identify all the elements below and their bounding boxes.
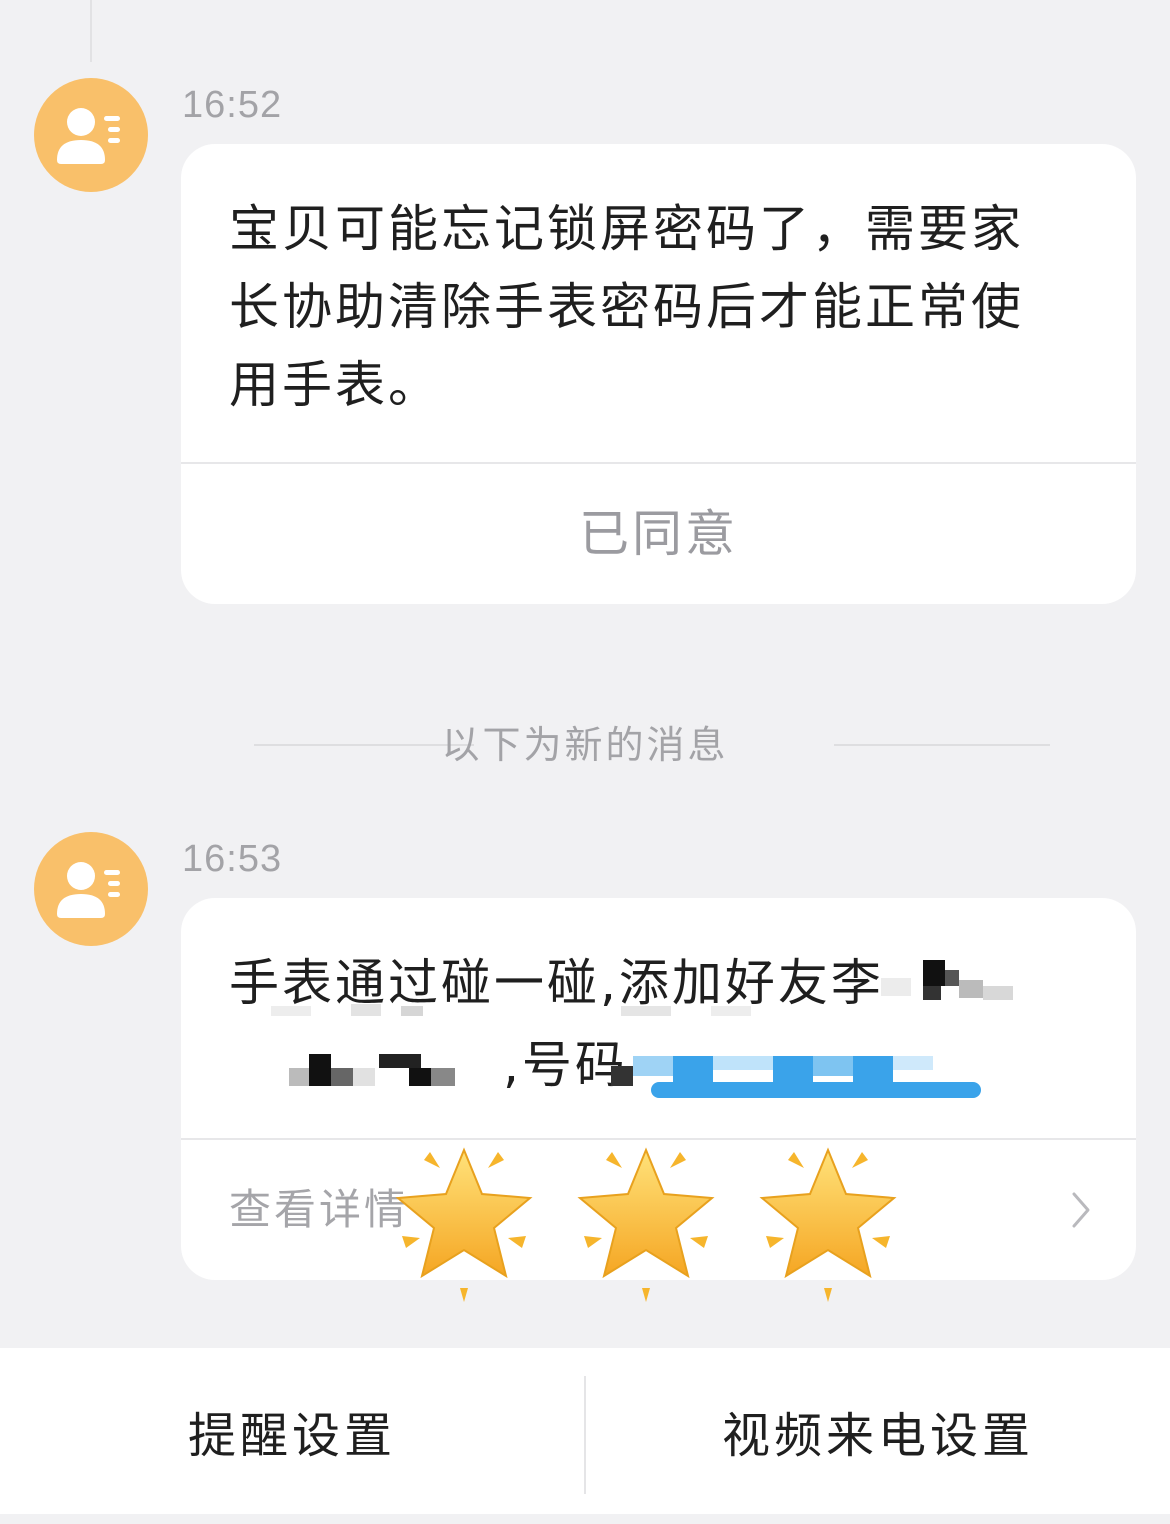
contact-avatar-icon[interactable] [34, 78, 148, 192]
message-time: 16:52 [182, 84, 283, 126]
message-card: 宝贝可能忘记锁屏密码了，需要家长协助清除手表密码后才能正常使用手表。 已同意 [181, 144, 1136, 604]
message-text: 宝贝可能忘记锁屏密码了，需要家长协助清除手表密码后才能正常使用手表。 [229, 200, 1024, 414]
glowing-star-icon [759, 1147, 897, 1302]
contact-card-icon [57, 862, 120, 918]
contact-card-icon [57, 108, 120, 164]
contact-avatar-icon[interactable] [34, 832, 148, 946]
glowing-star-icon [577, 1147, 715, 1302]
agreed-button[interactable]: 已同意 [181, 464, 1136, 604]
divider-line-right [834, 744, 1050, 746]
redacted-name-pixels [881, 960, 1013, 1000]
glowing-star-icon [395, 1147, 533, 1302]
reminder-settings-button[interactable]: 提醒设置 [0, 1348, 584, 1514]
glowing-stars-sticker [395, 1147, 897, 1302]
phone-number-label: ,号码 [503, 1036, 628, 1094]
message-time: 16:53 [182, 838, 283, 880]
timeline-line [90, 0, 92, 62]
bottom-action-bar: 提醒设置 视频来电设置 [0, 1348, 1170, 1514]
redacted-name-pixels-2 [289, 1054, 455, 1086]
video-call-settings-button[interactable]: 视频来电设置 [586, 1348, 1170, 1514]
new-messages-divider: 以下为新的消息 [0, 720, 1170, 770]
redacted-pixels-strip [271, 1004, 751, 1016]
chevron-right-icon[interactable] [1066, 1190, 1096, 1230]
redacted-phone-pixels [611, 1056, 981, 1098]
